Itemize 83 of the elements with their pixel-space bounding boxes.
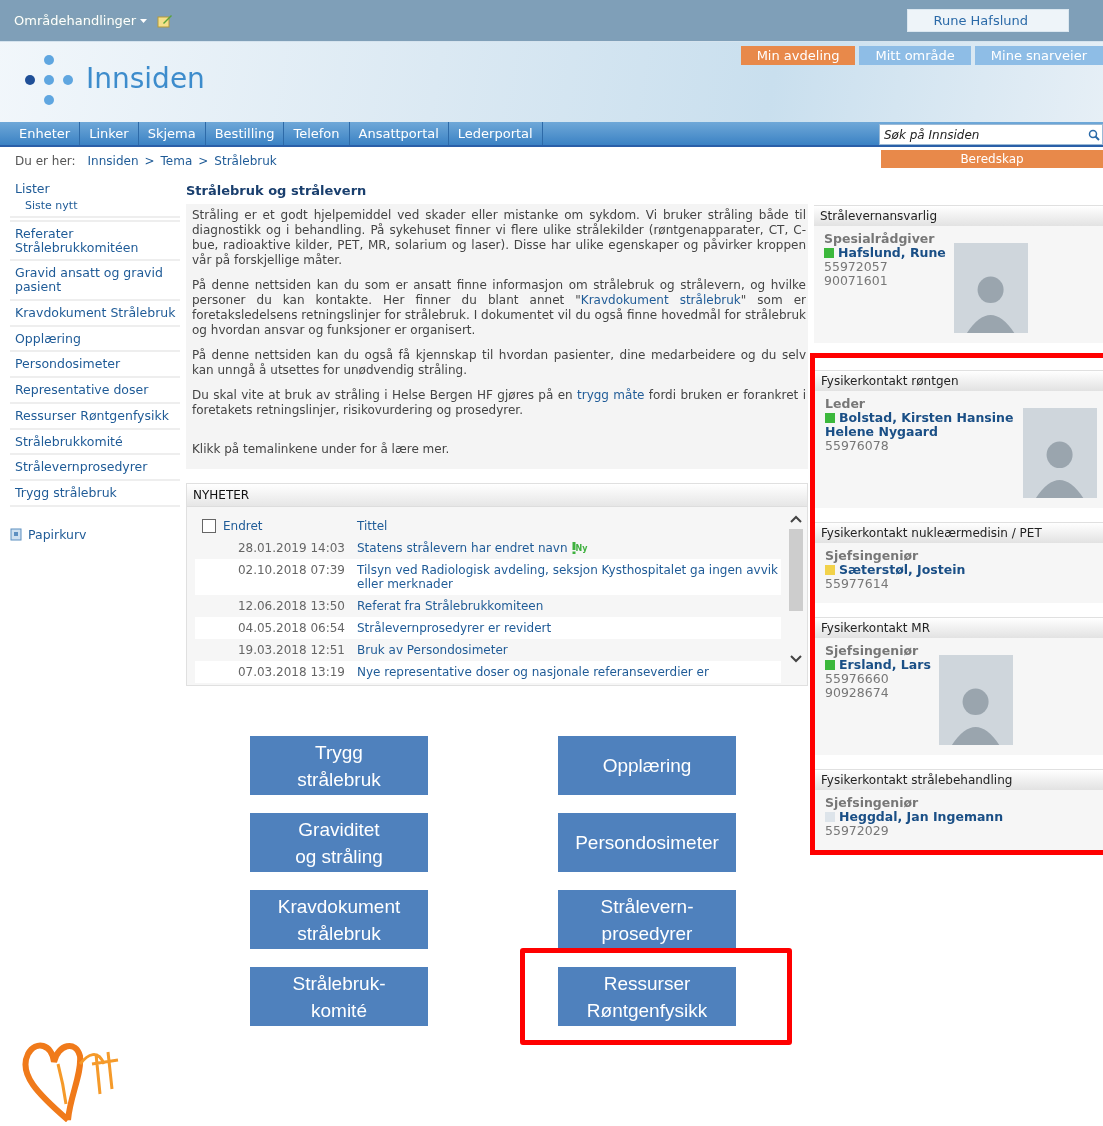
column-header[interactable]: Endret (223, 519, 357, 533)
date-cell-text: 19.03.2018 12:51 (236, 643, 346, 657)
sidebar-link[interactable]: Kravdokument Strålebruk (10, 302, 180, 323)
panel-title: NYHETER (187, 484, 807, 507)
sidebar-link[interactable]: Ressurser Røntgenfysikk (10, 405, 180, 426)
sidebar-link[interactable]: Strålebrukkomité (10, 431, 180, 452)
news-link[interactable]: Referat fra Strålebrukkomiteen (357, 599, 781, 613)
sidebar-link[interactable]: Representative doser (10, 380, 180, 400)
date-cell-text: 02.10.2018 07:39 (236, 563, 346, 577)
phone-number: 90928674 (825, 686, 890, 700)
breadcrumb-link[interactable]: Innsiden (87, 154, 139, 168)
phone-number: 55972057 (824, 260, 889, 274)
contact-name-link[interactable]: Hafslund, Rune (824, 246, 946, 260)
site-title: Innsiden (86, 62, 205, 95)
topic-tile[interactable]: Strålebruk- komité (250, 967, 428, 1026)
topic-tile[interactable]: Persondosimeter (558, 813, 736, 872)
user-menu[interactable]: Rune Hafslund (906, 9, 1069, 32)
breadcrumb-link[interactable]: Strålebruk (214, 154, 277, 168)
contact-role: Leder (825, 396, 867, 411)
news-link[interactable]: Statens strålevern har endret navn Ny (357, 541, 781, 555)
phone-number: 55977614 (825, 577, 890, 591)
inline-link[interactable]: Kravdokument strålebruk (580, 293, 741, 307)
sidebar-link[interactable]: Strålevernprosedyrer (10, 457, 180, 478)
paragraph: På denne nettsiden kan du også få kjennskap til hvordan pasienter, dine medarbeidere og du selv kan unngå å utsettes for unødvendig stråling. (192, 348, 806, 378)
breadcrumb-label: Du er her: (15, 154, 76, 168)
topic-tile[interactable]: Kravdokument strålebruk (250, 890, 428, 949)
sidebar-link[interactable]: Referater Strålebrukkomitéen (10, 223, 180, 258)
sidebar-sublink[interactable]: Siste nytt (10, 198, 180, 218)
phone-number: 55976078 (825, 439, 889, 453)
date-cell-text: 04.05.2018 06:54 (236, 621, 346, 635)
phone-number: 55976660 (825, 672, 890, 686)
date-cell-text: 12.06.2018 13:50 (236, 599, 346, 613)
paragraph: Stråling er et godt hjelpemiddel ved skader eller mistanke om sykdom. Vi bruker stråling både til diagnostikk og i behandling. På sykehuset finner vi flere ulike strålekilder (røntgenapparater, CT, C-bue, radioaktive kilder, PET, MR, solarium og laser). Disse har ulike egenskaper og påvirker kroppen vår på forskjellige måter. (192, 208, 806, 268)
topic-tile[interactable]: Trygg strålebruk (250, 736, 428, 795)
inline-link[interactable]: trygg måte (577, 388, 645, 402)
news-link[interactable]: Bruk av Persondosimeter (357, 643, 781, 657)
recycle-bin-link[interactable]: Papirkurv (10, 526, 180, 542)
phone-number: 55972029 (825, 824, 889, 838)
article-title: Strålebruk og strålevern (186, 183, 368, 198)
panel-title: Strålevernansvarlig (814, 206, 1103, 226)
topic-tile[interactable]: Ressurser Røntgenfysikk (558, 967, 736, 1026)
sidebar-link[interactable]: Trygg strålebruk (10, 483, 180, 503)
panel-title: Fysikerkontakt nukleærmedisin / PET (815, 523, 1103, 543)
logo-dots-icon (24, 54, 74, 106)
paragraph: På denne nettsiden kan du som er ansatt finne informasjon om strålebruk og strålevern, og hvilke personer du kan kontakte. Her finner du blant annet "Kravdokument strålebruk" som er foretaksledelsens retningslinjer for strålebruk. I dokumentet vil du også finne hovedmål for strålebruk og hvordan ansvar og funksjoner er organisert. (192, 278, 806, 338)
topic-tile[interactable]: Graviditet og stråling (250, 813, 428, 872)
sidebar-link[interactable]: Persondosimeter (10, 354, 180, 375)
sidebar-link[interactable]: Lister (10, 179, 180, 199)
breadcrumb-separator: > (198, 154, 209, 168)
news-link[interactable]: Nye representative doser og nasjonale referanseverdier er (357, 665, 781, 679)
date-cell-text: 28.01.2019 14:03 (236, 541, 346, 555)
panel-title: Fysikerkontakt MR (815, 618, 1103, 638)
panel-title: Fysikerkontakt strålebehandling (815, 770, 1103, 790)
caret-icon (140, 18, 148, 23)
phone-number: 90071601 (824, 274, 889, 288)
breadcrumb-link[interactable]: Tema (160, 154, 193, 168)
column-header[interactable]: Tittel (357, 519, 781, 533)
date-cell-text: 07.03.2018 13:19 (236, 665, 346, 679)
contact-role: Sjefsingeniør (825, 643, 920, 658)
contact-role: Spesialrådgiver (824, 231, 936, 246)
contact-role: Sjefsingeniør (825, 548, 920, 563)
news-link[interactable]: Strålevernprosedyrer er revidert (357, 621, 781, 635)
contact-name-link[interactable]: Ersland, Lars (825, 658, 931, 672)
paragraph: Klikk på temalinkene under for å lære mer. (192, 442, 451, 457)
bin-icon (10, 527, 22, 541)
sidebar-link[interactable]: Gravid ansatt og gravid pasient (10, 263, 180, 297)
contact-name-link[interactable]: Sæterstøl, Jostein (825, 563, 966, 577)
new-badge: Ny (571, 542, 588, 554)
scroll-up-icon[interactable] (790, 515, 802, 523)
sidebar-link[interactable]: Opplæring (10, 328, 180, 349)
paragraph: Du skal vite at bruk av stråling i Helse Bergen HF gjøres på en trygg måte fordi bruken er forankret i foretakets retningslinjer, risikovurdering og prosedyrer. (192, 388, 806, 418)
breadcrumb-separator: > (144, 154, 155, 168)
contact-name-link[interactable]: Bolstad, Kirsten Hansine Helene Nygaard (825, 411, 1015, 439)
select-all-checkbox[interactable] (202, 519, 216, 533)
scroll-down-icon[interactable] (790, 655, 802, 663)
news-link[interactable]: Tilsyn ved Radiologisk avdeling, seksjon Kysthospitalet ga ingen avvik eller merknader (357, 563, 781, 591)
topic-tile[interactable]: Opplæring (558, 736, 736, 795)
contact-role: Sjefsingeniør (825, 795, 920, 810)
contact-name-link[interactable]: Heggdal, Jan Ingemann (825, 810, 1004, 824)
panel-title: Fysikerkontakt røntgen (815, 371, 1103, 391)
topic-tile[interactable]: Strålevern- prosedyrer (558, 890, 736, 949)
search-field[interactable]: Søk på Innsiden (879, 124, 1103, 145)
search-icon[interactable] (1088, 128, 1100, 141)
